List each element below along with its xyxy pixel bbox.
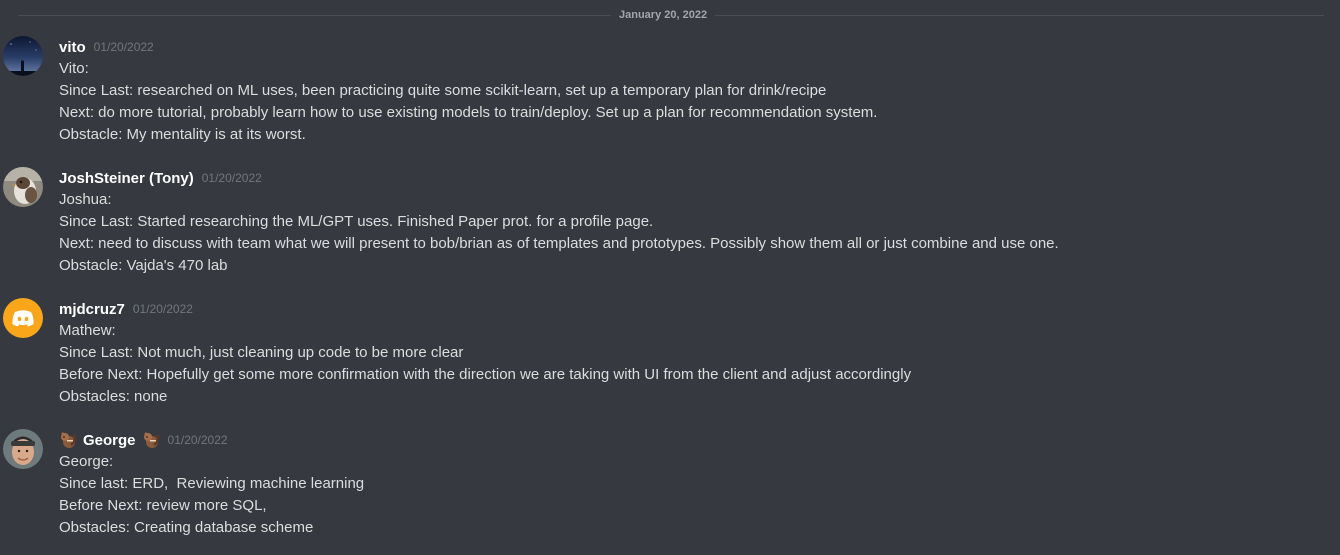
message-line: Since Last: researched on ML uses, been … [59, 82, 827, 99]
message-content: Joshua: Since Last: Started researching … [59, 189, 1059, 277]
message-line: Since Last: Started researching the ML/G… [59, 213, 654, 230]
timestamp[interactable]: 01/20/2022 [94, 40, 154, 54]
message-line: Next: do more tutorial, probably learn h… [59, 104, 878, 121]
chat-messages: January 20, 2022 vito 01/20/2022 Vito: S… [0, 0, 1340, 555]
avatar[interactable] [3, 167, 43, 207]
message-header: mjdcruz7 01/20/2022 [59, 298, 193, 320]
message-line: Obstacle: My mentality is at its worst. [59, 126, 306, 143]
message-line: George: [59, 453, 114, 470]
message-line: Obstacle: Vajda's 470 lab [59, 257, 228, 274]
message-header: George 01/20/2022 [59, 429, 228, 451]
message-header: JoshSteiner (Tony) 01/20/2022 [59, 167, 262, 189]
username[interactable]: vito [59, 39, 86, 56]
message-line: Before Next: review more SQL, [59, 497, 267, 514]
username[interactable]: mjdcruz7 [59, 301, 125, 318]
date-divider-label: January 20, 2022 [611, 6, 716, 24]
message-line: Vito: [59, 60, 89, 77]
avatar[interactable] [3, 429, 43, 469]
avatar[interactable] [3, 298, 43, 338]
message-content: George: Since last: ERD, Reviewing machi… [59, 451, 364, 539]
message-line: Before Next: Hopefully get some more con… [59, 366, 912, 383]
bird-photo-avatar [3, 167, 43, 207]
chipmunk-emoji-icon [61, 432, 76, 448]
message-line: Obstacles: none [59, 388, 168, 405]
message-line: Mathew: [59, 322, 116, 339]
person-photo-avatar [3, 429, 43, 469]
message-header: vito 01/20/2022 [59, 36, 154, 58]
message-content: Mathew: Since Last: Not much, just clean… [59, 320, 911, 408]
username[interactable]: George [83, 432, 136, 449]
avatar[interactable] [3, 36, 43, 76]
message-line: Since last: ERD, Reviewing machine learn… [59, 475, 365, 492]
chipmunk-emoji-icon [143, 432, 159, 448]
timestamp[interactable]: 01/20/2022 [133, 302, 193, 316]
message-line: Since Last: Not much, just cleaning up c… [59, 344, 464, 361]
message-line: Joshua: [59, 191, 112, 208]
message-line: Obstacles: Creating database scheme [59, 519, 314, 536]
timestamp[interactable]: 01/20/2022 [168, 433, 228, 447]
message-line: Next: need to discuss with team what we … [59, 235, 1059, 252]
username[interactable]: JoshSteiner (Tony) [59, 170, 194, 187]
message-content: Vito: Since Last: researched on ML uses,… [59, 58, 877, 146]
timestamp[interactable]: 01/20/2022 [202, 171, 262, 185]
discord-default-avatar [3, 298, 43, 338]
night-sky-silhouette-avatar [3, 36, 43, 76]
